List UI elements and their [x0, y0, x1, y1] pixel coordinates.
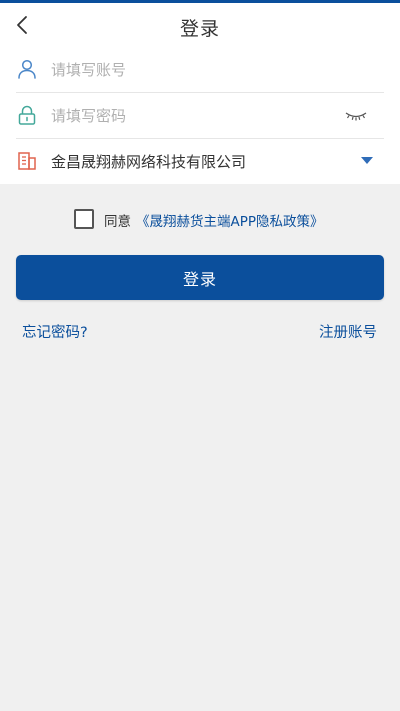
- privacy-policy-link[interactable]: 《晟翔赫货主端APP隐私政策》: [136, 210, 324, 230]
- account-row: [16, 47, 384, 93]
- register-account-link[interactable]: 注册账号: [319, 321, 377, 342]
- app-header: 登录: [0, 3, 400, 47]
- login-form: 金昌晟翔赫网络科技有限公司: [0, 47, 400, 184]
- company-select-row[interactable]: 金昌晟翔赫网络科技有限公司: [16, 139, 384, 185]
- password-input[interactable]: [51, 106, 331, 126]
- account-input[interactable]: [51, 60, 331, 80]
- forgot-password-link[interactable]: 忘记密码?: [22, 321, 88, 342]
- password-row: [16, 93, 384, 139]
- agreement-checkbox[interactable]: [74, 209, 94, 229]
- login-button[interactable]: 登录: [16, 255, 384, 300]
- agreement-label: 同意: [104, 214, 131, 230]
- eye-closed-icon[interactable]: [344, 107, 368, 125]
- building-icon: [18, 152, 36, 170]
- caret-down-icon[interactable]: [360, 156, 374, 166]
- page-title: 登录: [179, 18, 220, 40]
- lock-icon: [18, 105, 36, 125]
- company-selected-value: 金昌晟翔赫网络科技有限公司: [51, 153, 247, 171]
- user-icon: [18, 59, 36, 79]
